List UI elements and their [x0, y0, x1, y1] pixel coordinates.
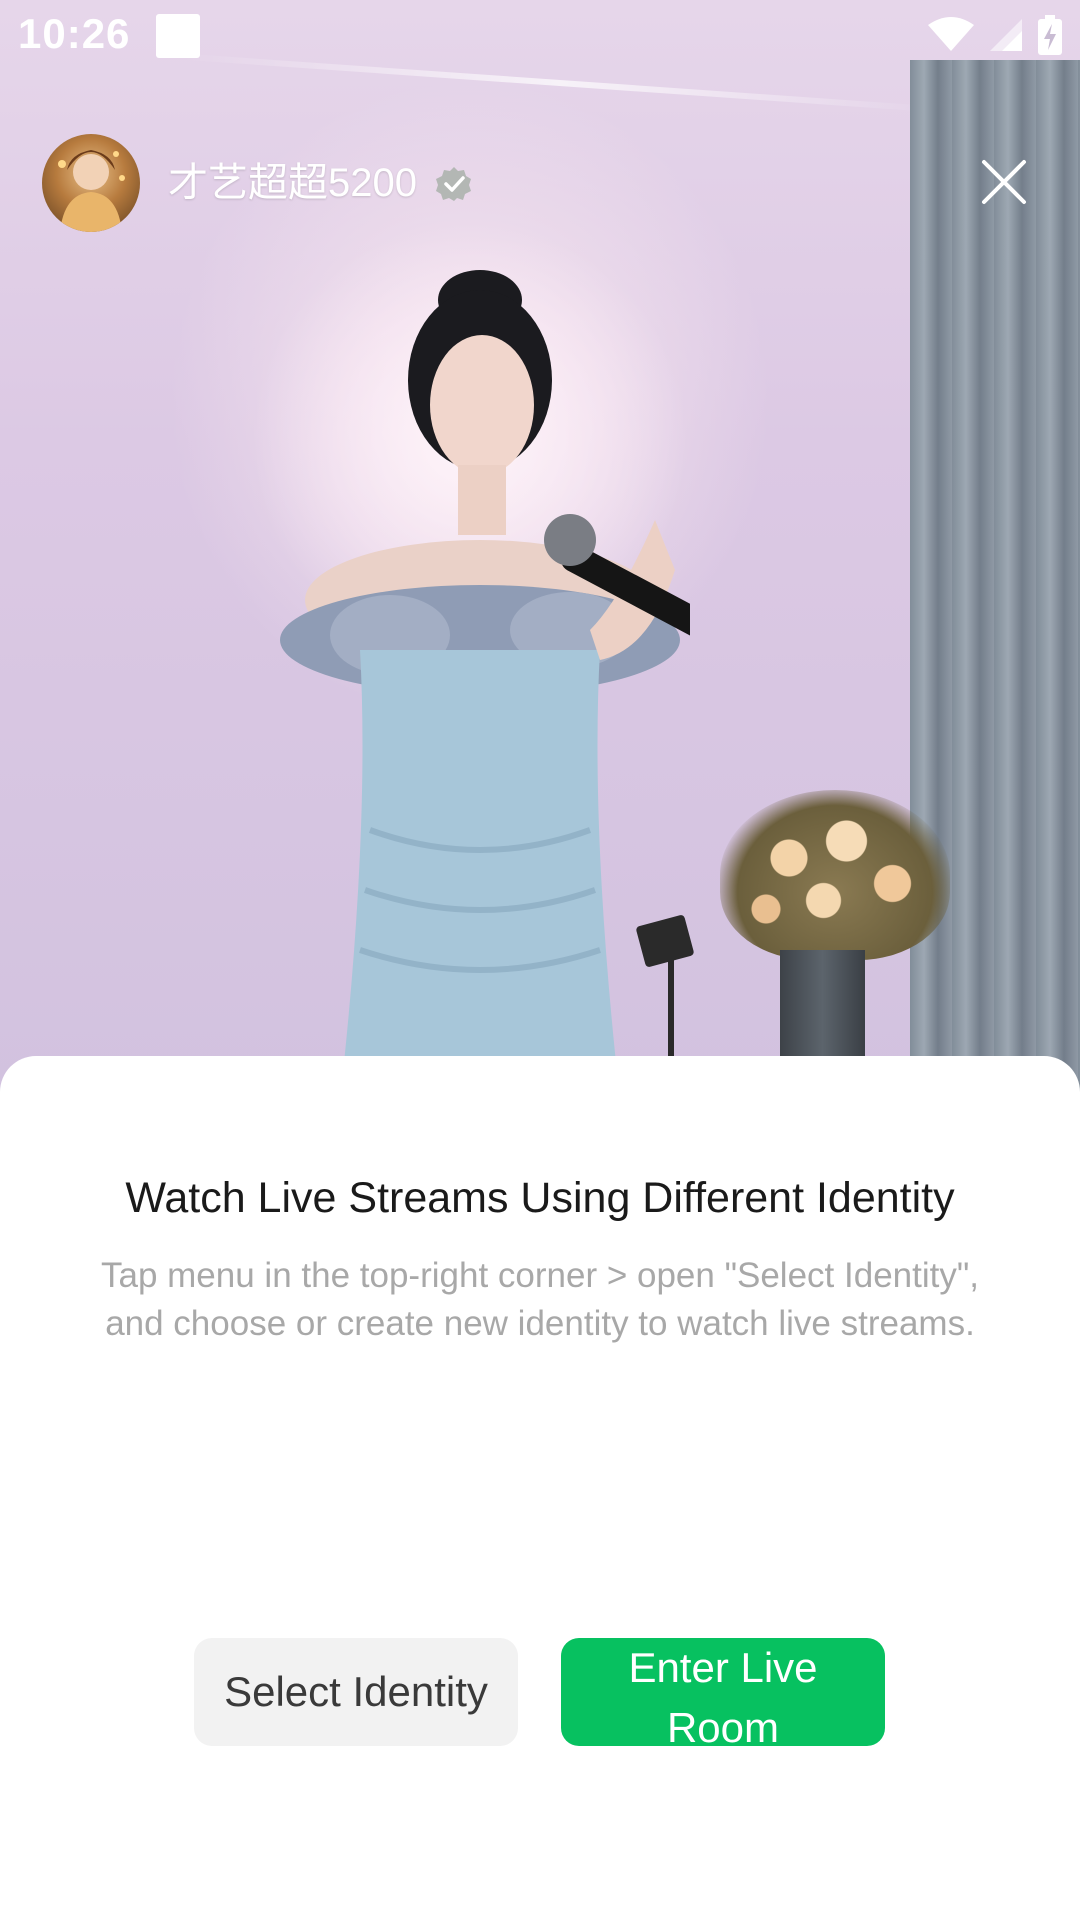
status-time: 10:26: [18, 10, 131, 57]
status-bar: 10:26: [0, 0, 1080, 74]
battery-charging-icon: [1038, 15, 1062, 55]
sheet-description: Tap menu in the top-right corner > open …: [101, 1256, 979, 1343]
select-identity-label: Select Identity: [224, 1668, 488, 1715]
curtain: [910, 60, 1080, 1100]
verified-badge-icon: [436, 167, 471, 201]
streamer-name[interactable]: 才艺超超5200: [168, 158, 417, 208]
status-icons: [928, 14, 1062, 56]
enter-live-room-label: Enter Live Room: [628, 1644, 818, 1746]
close-button[interactable]: [976, 154, 1032, 210]
wifi-icon: [928, 17, 974, 51]
close-icon: [982, 160, 1026, 204]
enter-live-room-button[interactable]: Enter Live Room: [561, 1638, 885, 1746]
streamer-avatar[interactable]: [42, 134, 140, 232]
flower-bouquet: [720, 790, 950, 960]
streamer-figure: [280, 270, 690, 1100]
notification-icon: [156, 14, 200, 58]
live-stream-preview: [0, 0, 1080, 1100]
select-identity-button[interactable]: Select Identity: [194, 1638, 518, 1746]
cellular-signal-icon: [990, 19, 1022, 51]
sheet-title: Watch Live Streams Using Different Ident…: [125, 1174, 955, 1222]
identity-bottom-sheet: Watch Live Streams Using Different Ident…: [0, 1056, 1080, 1920]
screen: 10:26 才艺超超5200 Watch Live Streams Using …: [0, 0, 1080, 1920]
vase: [780, 950, 865, 1070]
